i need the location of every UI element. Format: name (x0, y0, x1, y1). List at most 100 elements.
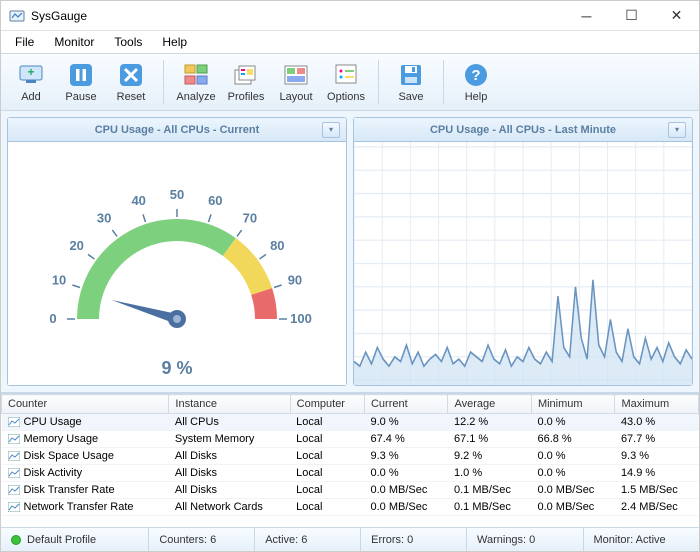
status-warnings: Warnings: 0 (467, 528, 584, 551)
status-errors: Errors: 0 (361, 528, 467, 551)
cell-current: 9.3 % (364, 448, 447, 465)
cell-counter: Disk Activity (2, 465, 169, 482)
cell-counter: CPU Usage (2, 414, 169, 431)
svg-text:80: 80 (270, 238, 284, 253)
col-current[interactable]: Current (364, 395, 447, 414)
cell-computer: Local (290, 448, 364, 465)
reset-button[interactable]: Reset (107, 56, 155, 108)
close-button[interactable]: ✕ (654, 1, 699, 31)
menubar: File Monitor Tools Help (1, 31, 699, 53)
counters-table: Counter Instance Computer Current Averag… (1, 394, 699, 516)
cell-computer: Local (290, 431, 364, 448)
table-row[interactable]: Disk ActivityAll DisksLocal0.0 %1.0 %0.0… (2, 465, 699, 482)
counter-row-icon (8, 451, 20, 461)
cell-average: 1.0 % (448, 465, 531, 482)
cell-computer: Local (290, 482, 364, 499)
chart-panel-header: CPU Usage - All CPUs - Last Minute ▾ (354, 118, 692, 142)
gauge-panel-menu-button[interactable]: ▾ (322, 122, 340, 138)
counters-table-wrap[interactable]: Counter Instance Computer Current Averag… (1, 393, 699, 527)
profiles-button[interactable]: Profiles (222, 56, 270, 108)
menu-monitor[interactable]: Monitor (44, 33, 104, 51)
table-row[interactable]: Network Transfer RateAll Network CardsLo… (2, 499, 699, 516)
col-instance[interactable]: Instance (169, 395, 290, 414)
svg-text:90: 90 (288, 272, 302, 287)
statusbar: Default Profile Counters: 6 Active: 6 Er… (1, 527, 699, 551)
table-row[interactable]: Disk Transfer RateAll DisksLocal0.0 MB/S… (2, 482, 699, 499)
gauge-panel: CPU Usage - All CPUs - Current ▾ 0102030… (7, 117, 347, 386)
svg-text:?: ? (471, 67, 480, 84)
svg-text:60: 60 (208, 193, 222, 208)
col-maximum[interactable]: Maximum (615, 395, 699, 414)
status-monitor: Monitor: Active (584, 528, 700, 551)
table-row[interactable]: CPU UsageAll CPUsLocal9.0 %12.2 %0.0 %43… (2, 414, 699, 431)
svg-text:40: 40 (131, 193, 145, 208)
toolbar-separator (378, 60, 379, 104)
add-button[interactable]: + Add (7, 56, 55, 108)
cell-average: 67.1 % (448, 431, 531, 448)
svg-text:10: 10 (52, 272, 66, 287)
svg-text:30: 30 (97, 210, 111, 225)
save-button[interactable]: Save (387, 56, 435, 108)
gauge-body: 0102030405060708090100 9 % (8, 142, 346, 385)
counter-row-icon (8, 468, 20, 478)
cell-counter: Network Transfer Rate (2, 499, 169, 516)
counter-row-icon (8, 502, 20, 512)
svg-text:0: 0 (49, 311, 56, 326)
pause-icon (67, 61, 95, 89)
minimize-button[interactable]: ─ (564, 1, 609, 31)
gauge-panel-title: CPU Usage - All CPUs - Current (32, 124, 322, 136)
cell-average: 12.2 % (448, 414, 531, 431)
layout-icon (282, 61, 310, 89)
cell-maximum: 67.7 % (615, 431, 699, 448)
svg-text:+: + (27, 65, 34, 79)
pause-button[interactable]: Pause (57, 56, 105, 108)
menu-file[interactable]: File (5, 33, 44, 51)
options-button[interactable]: Options (322, 56, 370, 108)
cell-instance: All Disks (169, 448, 290, 465)
window-title: SysGauge (31, 9, 564, 23)
table-row[interactable]: Memory UsageSystem MemoryLocal67.4 %67.1… (2, 431, 699, 448)
chart-panel-menu-button[interactable]: ▾ (668, 122, 686, 138)
table-header-row: Counter Instance Computer Current Averag… (2, 395, 699, 414)
cell-counter: Memory Usage (2, 431, 169, 448)
gauge-panel-header: CPU Usage - All CPUs - Current ▾ (8, 118, 346, 142)
cell-instance: All Disks (169, 465, 290, 482)
profiles-icon (232, 61, 260, 89)
toolbar-separator (163, 60, 164, 104)
col-counter[interactable]: Counter (2, 395, 169, 414)
status-dot-icon (11, 535, 21, 545)
cell-computer: Local (290, 465, 364, 482)
cell-maximum: 43.0 % (615, 414, 699, 431)
cell-computer: Local (290, 414, 364, 431)
layout-button[interactable]: Layout (272, 56, 320, 108)
cell-current: 0.0 MB/Sec (364, 482, 447, 499)
monitor-plus-icon: + (17, 61, 45, 89)
save-icon (397, 61, 425, 89)
status-counters: Counters: 6 (149, 528, 255, 551)
col-minimum[interactable]: Minimum (531, 395, 614, 414)
col-computer[interactable]: Computer (290, 395, 364, 414)
cell-instance: All Network Cards (169, 499, 290, 516)
titlebar: SysGauge ─ ☐ ✕ (1, 1, 699, 31)
table-row[interactable]: Disk Space UsageAll DisksLocal9.3 %9.2 %… (2, 448, 699, 465)
analyze-button[interactable]: Analyze (172, 56, 220, 108)
cell-minimum: 0.0 MB/Sec (531, 482, 614, 499)
help-button[interactable]: ? Help (452, 56, 500, 108)
cell-average: 0.1 MB/Sec (448, 482, 531, 499)
options-icon (332, 61, 360, 89)
col-average[interactable]: Average (448, 395, 531, 414)
counter-row-icon (8, 434, 20, 444)
svg-text:50: 50 (170, 187, 184, 202)
cell-maximum: 2.4 MB/Sec (615, 499, 699, 516)
status-active: Active: 6 (255, 528, 361, 551)
menu-help[interactable]: Help (152, 33, 197, 51)
cell-computer: Local (290, 499, 364, 516)
maximize-button[interactable]: ☐ (609, 1, 654, 31)
cell-instance: All Disks (169, 482, 290, 499)
analyze-icon (182, 61, 210, 89)
cell-counter: Disk Transfer Rate (2, 482, 169, 499)
toolbar: + Add Pause Reset Analyze Profiles Layou… (1, 53, 699, 111)
counter-row-icon (8, 485, 20, 495)
menu-tools[interactable]: Tools (104, 33, 152, 51)
chart-body (354, 142, 692, 385)
